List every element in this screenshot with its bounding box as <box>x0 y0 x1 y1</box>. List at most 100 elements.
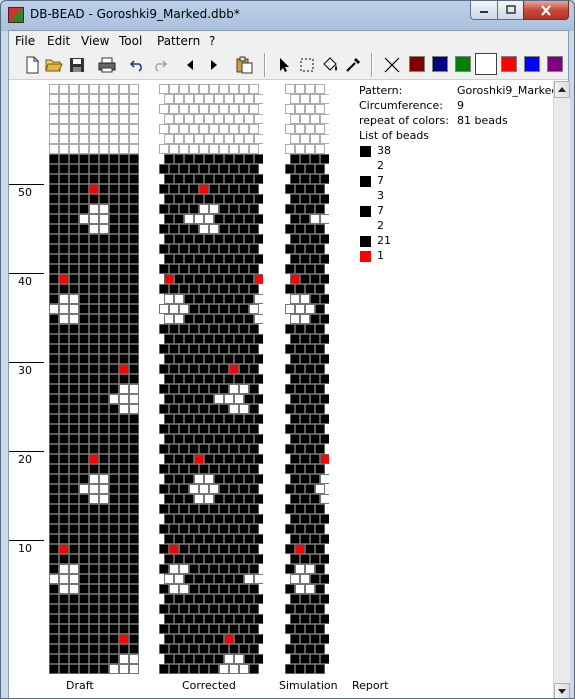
palette-swatch[interactable] <box>475 53 497 75</box>
maximize-button[interactable] <box>497 1 524 20</box>
scroll-up-icon <box>558 87 566 92</box>
bead-cell <box>119 144 129 154</box>
menu-tool[interactable]: Tool <box>119 34 142 48</box>
bead-cell <box>79 514 89 524</box>
bead-cell <box>219 644 229 654</box>
undo-button[interactable] <box>126 54 148 76</box>
bead-cell <box>184 314 194 324</box>
bead-cell <box>285 604 295 614</box>
menu-file[interactable]: File <box>15 34 35 48</box>
bead-cell <box>79 574 89 584</box>
ruler-tick <box>9 451 44 452</box>
palette-swatch[interactable] <box>501 56 517 72</box>
bead-cell <box>199 284 209 294</box>
palette-swatch[interactable] <box>409 56 425 72</box>
save-button[interactable] <box>66 54 88 76</box>
bead-cell <box>184 494 194 504</box>
bead-cell <box>254 334 263 344</box>
fill-tool[interactable] <box>319 54 341 76</box>
scroll-down-button[interactable] <box>554 683 570 698</box>
minimize-icon <box>480 11 488 13</box>
bead-cell <box>79 614 89 624</box>
bead-cell <box>199 384 209 394</box>
bead-cell <box>59 144 69 154</box>
circumference-value: 9 <box>457 99 464 112</box>
bead-cell <box>69 244 79 254</box>
menu-pattern[interactable]: Pattern <box>157 34 200 48</box>
palette-swatch[interactable] <box>455 56 471 72</box>
bead-cell <box>229 424 239 434</box>
bead-cell <box>224 134 234 144</box>
bead-cell <box>194 134 204 144</box>
bead-cell <box>285 344 295 354</box>
bead-cell <box>89 644 99 654</box>
bead-cell <box>249 244 259 254</box>
bead-cell <box>310 434 320 444</box>
bead-cell <box>219 544 229 554</box>
menu-help[interactable]: ? <box>209 34 215 48</box>
menu-edit[interactable]: Edit <box>47 34 70 48</box>
bead-cell <box>184 254 194 264</box>
bead-cell <box>89 504 99 514</box>
bead-cell <box>89 594 99 604</box>
pointer-tool[interactable] <box>273 54 295 76</box>
bead-cell <box>315 464 325 474</box>
bead-cell <box>109 604 119 614</box>
bead-cell <box>300 194 310 204</box>
scroll-track[interactable] <box>554 99 570 683</box>
tab-corrected[interactable]: Corrected <box>182 679 236 692</box>
bead-cell <box>79 544 89 554</box>
redo-button[interactable] <box>149 54 171 76</box>
open-button[interactable] <box>43 54 65 76</box>
bead-cell <box>79 444 89 454</box>
bead-cell <box>109 294 119 304</box>
bead-cell <box>89 264 99 274</box>
previous-button[interactable] <box>179 54 201 76</box>
simulation-grid[interactable] <box>285 84 329 679</box>
bead-cell <box>59 584 69 594</box>
close-button[interactable] <box>523 1 569 20</box>
select-rectangle-tool[interactable] <box>296 54 318 76</box>
bead-cell <box>204 354 214 364</box>
bead-cell <box>49 534 59 544</box>
ruler-tick <box>9 540 44 541</box>
bead-cell <box>315 384 325 394</box>
palette-swatch[interactable] <box>547 56 563 72</box>
bead-cell <box>209 404 219 414</box>
bead-cell <box>219 184 229 194</box>
clear-color-button[interactable] <box>381 54 403 76</box>
bead-cell <box>89 444 99 454</box>
bead-cell <box>209 104 219 114</box>
bead-cell <box>49 214 59 224</box>
scroll-up-button[interactable] <box>554 81 570 98</box>
tab-report[interactable]: Report <box>352 679 388 692</box>
bead-cell <box>300 634 310 644</box>
palette-swatch[interactable] <box>432 56 448 72</box>
color-picker-tool[interactable] <box>342 54 364 76</box>
bead-cell <box>295 184 305 194</box>
bead-cell <box>129 104 139 114</box>
bead-cell <box>129 504 139 514</box>
bead-cell <box>305 144 315 154</box>
new-file-button[interactable] <box>21 54 43 76</box>
bead-cell <box>320 634 329 644</box>
tab-simulation[interactable]: Simulation <box>279 679 338 692</box>
minimize-button[interactable] <box>470 1 498 20</box>
tab-draft[interactable]: Draft <box>66 679 94 692</box>
print-button[interactable] <box>96 54 118 76</box>
corrected-grid[interactable] <box>159 84 263 679</box>
copy-button[interactable] <box>233 54 255 76</box>
menu-view[interactable]: View <box>81 34 109 48</box>
bead-cell <box>129 374 139 384</box>
palette-swatch[interactable] <box>524 56 540 72</box>
next-button[interactable] <box>203 54 225 76</box>
bead-cell <box>300 94 310 104</box>
bead-cell <box>219 364 229 374</box>
bead-cell <box>189 304 199 314</box>
bead-cell <box>254 234 263 244</box>
draft-grid[interactable] <box>49 84 139 679</box>
bead-cell <box>310 474 320 484</box>
bead-cell <box>194 634 204 644</box>
bead-cell <box>214 434 224 444</box>
vertical-scrollbar[interactable] <box>553 81 570 698</box>
